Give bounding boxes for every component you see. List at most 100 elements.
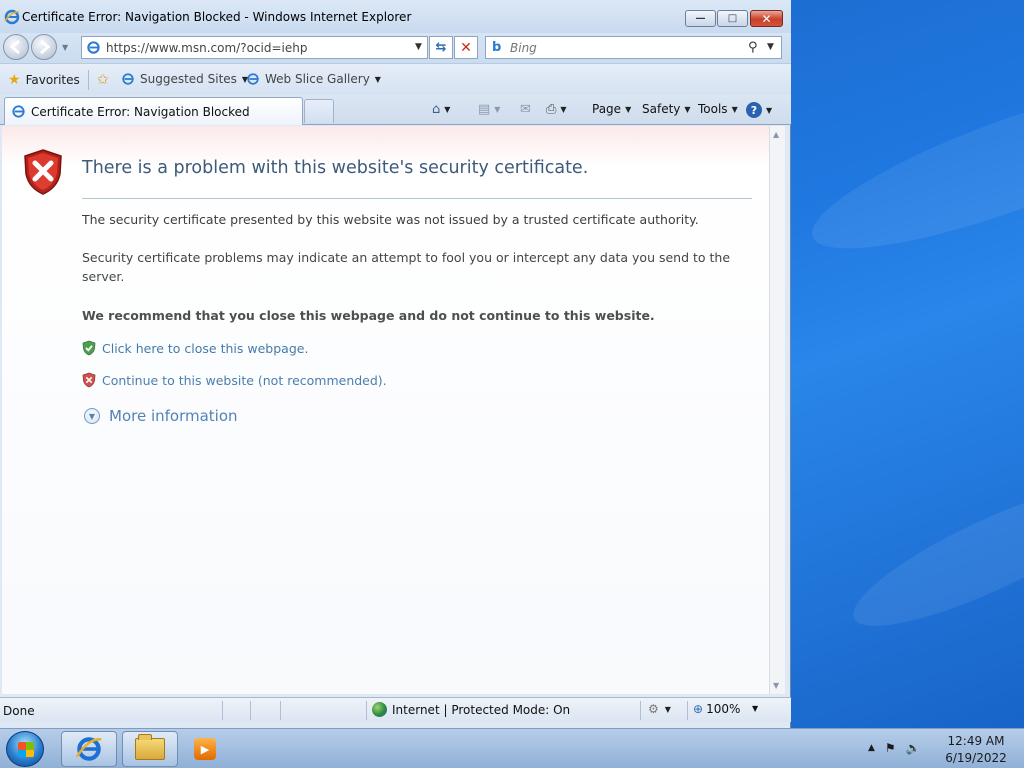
status-bar: Done Internet | Protected Mode: On ⚙ ▼ ⊕… bbox=[0, 697, 791, 722]
read-mail-button[interactable]: ✉ bbox=[520, 102, 531, 117]
favorites-separator bbox=[88, 70, 89, 90]
home-icon: ⌂ bbox=[432, 102, 441, 117]
chevron-down-icon: ▼ bbox=[731, 104, 738, 114]
add-favorite-icon: ✩ bbox=[97, 72, 109, 88]
new-tab-button[interactable] bbox=[304, 99, 334, 123]
ie-icon bbox=[4, 9, 20, 25]
address-input[interactable] bbox=[106, 41, 406, 55]
start-button[interactable] bbox=[6, 731, 44, 767]
printer-icon: ⎙ bbox=[546, 102, 557, 117]
search-input[interactable] bbox=[510, 41, 730, 55]
tools-menu-label: Tools bbox=[698, 102, 728, 116]
recommendation-text: We recommend that you close this webpage… bbox=[82, 308, 655, 323]
clock-time: 12:49 AM bbox=[947, 734, 1005, 748]
favorites-button[interactable]: ★ Favorites bbox=[8, 72, 80, 88]
security-zone[interactable]: Internet | Protected Mode: On bbox=[372, 702, 570, 717]
accessibility-icon: ⚙ bbox=[648, 702, 659, 716]
close-webpage-label: Click here to close this webpage. bbox=[102, 340, 309, 356]
warning-text: Security certificate problems may indica… bbox=[82, 250, 731, 284]
red-shield-icon bbox=[82, 372, 96, 388]
add-to-favorites-bar-button[interactable]: ✩ bbox=[97, 72, 109, 88]
close-button[interactable]: ✕ bbox=[750, 10, 783, 27]
safety-menu[interactable]: Safety ▼ bbox=[642, 102, 691, 116]
system-tray: ▲ ⚑ 🔈 bbox=[868, 741, 921, 755]
help-menu[interactable]: ? ▼ bbox=[746, 102, 772, 118]
taskbar: ▶ ▲ ⚑ 🔈 12:49 AM 6/19/2022 bbox=[0, 728, 1024, 768]
print-button[interactable]: ⎙ ▼ bbox=[546, 102, 567, 117]
page-content: There is a problem with this website's s… bbox=[2, 126, 769, 694]
chevron-down-icon: ▼ bbox=[684, 104, 691, 114]
green-shield-icon bbox=[82, 340, 96, 356]
status-separator bbox=[250, 701, 251, 720]
suggested-sites-icon bbox=[122, 73, 134, 85]
volume-icon[interactable]: 🔈 bbox=[906, 741, 921, 755]
clock-date: 6/19/2022 bbox=[945, 751, 1007, 765]
minimize-icon: — bbox=[695, 12, 706, 24]
chevron-down-icon: ▼ bbox=[664, 704, 671, 714]
search-options-dropdown[interactable]: ▼ bbox=[767, 42, 774, 52]
show-hidden-icons-button[interactable]: ▲ bbox=[868, 743, 875, 753]
address-dropdown-icon[interactable]: ▼ bbox=[415, 42, 422, 52]
recent-pages-dropdown[interactable]: ▼ bbox=[62, 43, 68, 52]
status-separator bbox=[640, 701, 641, 720]
windows-logo-icon-lower bbox=[18, 750, 34, 757]
status-text: Done bbox=[3, 704, 35, 718]
status-separator bbox=[222, 701, 223, 720]
mail-icon: ✉ bbox=[520, 102, 531, 117]
chevron-down-icon: ▼ bbox=[766, 105, 773, 115]
page-menu[interactable]: Page ▼ bbox=[592, 102, 631, 116]
search-icon[interactable]: ⚲ bbox=[748, 40, 758, 55]
explanation-text: The security certificate presented by th… bbox=[82, 212, 699, 227]
maximize-button[interactable]: □ bbox=[717, 10, 748, 27]
system-clock[interactable]: 12:49 AM 6/19/2022 bbox=[938, 733, 1014, 767]
continue-to-website-link[interactable]: Continue to this website (not recommende… bbox=[82, 372, 387, 388]
scroll-up-icon[interactable]: ▲ bbox=[773, 130, 779, 139]
wallpaper-streak bbox=[839, 459, 1024, 651]
scroll-down-icon[interactable]: ▼ bbox=[773, 681, 779, 690]
zoom-icon: ⊕ bbox=[693, 702, 704, 716]
tools-menu[interactable]: Tools ▼ bbox=[698, 102, 738, 116]
forward-button[interactable] bbox=[31, 34, 57, 60]
chevron-down-icon: ▼ bbox=[444, 105, 451, 114]
address-bar[interactable]: ▼ bbox=[81, 36, 428, 59]
taskbar-media-player[interactable]: ▶ bbox=[184, 731, 226, 767]
page-title: There is a problem with this website's s… bbox=[82, 158, 589, 178]
suggested-sites-button[interactable]: Suggested Sites ▼ bbox=[121, 72, 248, 86]
favorites-bar: ★ Favorites ✩ Suggested Sites ▼ Web Slic… bbox=[0, 63, 791, 95]
taskbar-windows-explorer[interactable] bbox=[122, 731, 178, 767]
suggested-sites-label: Suggested Sites bbox=[140, 72, 237, 86]
close-webpage-link[interactable]: Click here to close this webpage. bbox=[82, 340, 308, 356]
continue-to-website-label: Continue to this website (not recommende… bbox=[102, 372, 387, 388]
maximize-icon: □ bbox=[727, 12, 738, 24]
vertical-scrollbar[interactable]: ▲ ▼ bbox=[769, 126, 785, 694]
search-box[interactable]: b ⚲ ▼ bbox=[485, 36, 782, 59]
stop-button[interactable]: ✕ bbox=[454, 36, 478, 59]
refresh-button[interactable]: ⇆ bbox=[429, 36, 453, 59]
home-button[interactable]: ⌂ ▼ bbox=[432, 102, 450, 117]
chevron-down-icon: ▼ bbox=[625, 104, 632, 114]
back-button[interactable] bbox=[3, 34, 29, 60]
minimize-button[interactable]: — bbox=[685, 10, 716, 27]
ie-tab-icon bbox=[12, 105, 25, 118]
tab-label: Certificate Error: Navigation Blocked bbox=[31, 105, 250, 119]
globe-icon bbox=[372, 702, 387, 717]
wallpaper-streak bbox=[797, 50, 1024, 280]
action-center-flag-icon[interactable]: ⚑ bbox=[885, 741, 896, 755]
web-slice-gallery-label: Web Slice Gallery bbox=[265, 72, 370, 86]
zoom-button[interactable]: ⊕ 100% bbox=[693, 702, 740, 716]
tab-certificate-error[interactable]: Certificate Error: Navigation Blocked bbox=[4, 97, 303, 125]
media-player-icon: ▶ bbox=[194, 738, 216, 760]
refresh-icon: ⇆ bbox=[435, 40, 447, 55]
web-slice-gallery-button[interactable]: Web Slice Gallery ▼ bbox=[246, 72, 381, 86]
bing-icon: b bbox=[492, 40, 502, 55]
feeds-button[interactable]: ▤ ▼ bbox=[478, 102, 500, 117]
taskbar-internet-explorer[interactable] bbox=[61, 731, 117, 767]
zoom-dropdown-icon[interactable]: ▼ bbox=[752, 704, 758, 713]
tab-command-row: Certificate Error: Navigation Blocked ⌂ … bbox=[0, 95, 791, 125]
status-separator bbox=[280, 701, 281, 720]
compatibility-button[interactable]: ⚙ ▼ bbox=[648, 702, 671, 716]
chevron-down-icon: ▼ bbox=[560, 105, 567, 114]
more-information-label: More information bbox=[109, 407, 238, 425]
more-information-toggle[interactable]: ▼ More information bbox=[84, 407, 238, 425]
title-bar[interactable]: Certificate Error: Navigation Blocked - … bbox=[0, 0, 791, 33]
